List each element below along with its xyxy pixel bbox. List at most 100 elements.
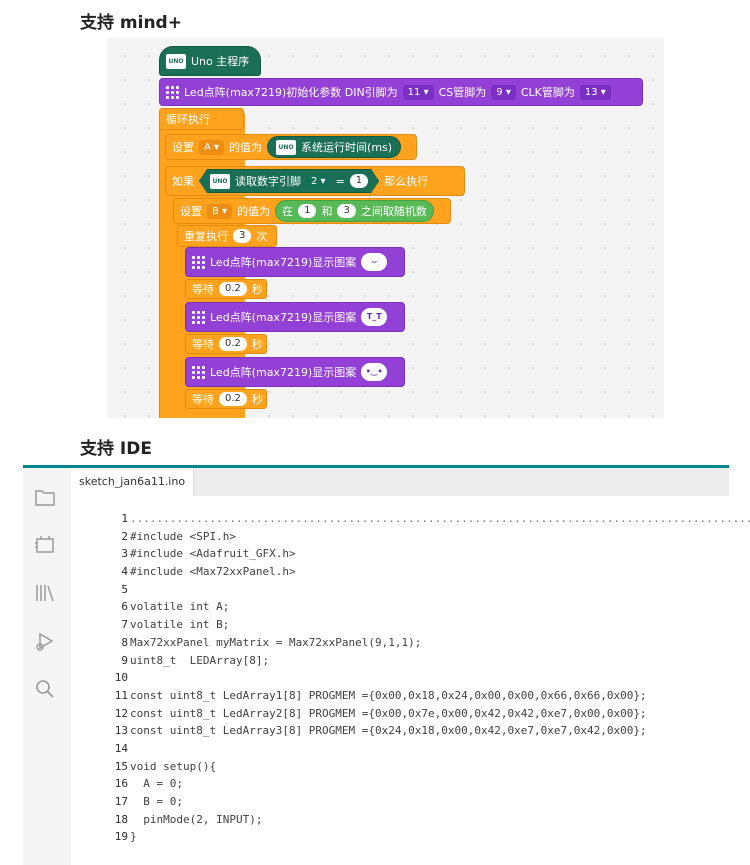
repeat-count[interactable]: 3 bbox=[233, 229, 252, 243]
code-line[interactable]: 3 #include <Adafruit_GFX.h> bbox=[71, 545, 729, 563]
code-line[interactable]: 11 const uint8_t LedArray1[8] PROGMEM ={0… bbox=[71, 687, 729, 705]
set-b-block[interactable]: 设置 B ▾ 的值为 在 1 和 3 之间取随机数 bbox=[173, 198, 451, 224]
line-number: 2 bbox=[121, 529, 128, 543]
repeat-unit: 次 bbox=[256, 230, 268, 243]
system-time-reporter[interactable]: UNO 系统运行时间(ms) bbox=[267, 136, 402, 158]
code-line[interactable]: 9 uint8_t LEDArray[8]; bbox=[71, 652, 729, 670]
clk-label: CLK管脚为 bbox=[520, 86, 575, 99]
uno-board-icon: UNO bbox=[210, 174, 230, 189]
led-matrix-icon bbox=[192, 365, 205, 379]
din-pin-dropdown[interactable]: 11 ▾ bbox=[402, 84, 434, 100]
cs-label: CS管脚为 bbox=[438, 86, 487, 99]
var-a-dropdown[interactable]: A ▾ bbox=[199, 139, 225, 155]
led-show-block-2[interactable]: Led点阵(max7219)显示图案 T_T bbox=[185, 302, 405, 332]
code-line[interactable]: 7 volatile int B; bbox=[71, 616, 729, 634]
code-line[interactable]: 4 #include <Max72xxPanel.h> bbox=[71, 563, 729, 581]
line-text: #include <Adafruit_GFX.h> bbox=[130, 547, 296, 561]
code-line[interactable]: 2 #include <SPI.h> bbox=[71, 528, 729, 546]
show-label-3: Led点阵(max7219)显示图案 bbox=[210, 366, 357, 379]
show-label-1: Led点阵(max7219)显示图案 bbox=[210, 256, 357, 269]
line-number: 1 bbox=[121, 512, 128, 525]
line-text: } bbox=[130, 830, 137, 844]
random-min[interactable]: 1 bbox=[298, 204, 317, 218]
surprise-pattern-icon[interactable]: •‿• bbox=[361, 363, 388, 381]
code-line[interactable]: 19} bbox=[71, 828, 729, 846]
if-block[interactable]: 如果 UNO 读取数字引脚 2 ▾ = 1 那么执行 bbox=[165, 166, 465, 196]
cry-pattern-icon[interactable]: T_T bbox=[361, 308, 388, 326]
code-line[interactable]: 10 bbox=[71, 669, 729, 687]
line-text: const uint8_t LedArray1[8] PROGMEM ={0x0… bbox=[130, 688, 647, 702]
repeat-block[interactable]: 重复执行 3 次 bbox=[177, 225, 277, 247]
line-number: 11 bbox=[114, 688, 128, 702]
board-icon[interactable] bbox=[34, 534, 56, 556]
read-pin-label: 读取数字引脚 bbox=[235, 175, 301, 188]
wait-seconds-3[interactable]: 0.2 bbox=[219, 392, 247, 406]
code-line[interactable]: 13 const uint8_t LedArray3[8] PROGMEM ={0… bbox=[71, 722, 729, 740]
wait-seconds-2[interactable]: 0.2 bbox=[219, 337, 247, 351]
line-number: 4 bbox=[121, 565, 128, 579]
code-line[interactable]: 15 void setup(){ bbox=[71, 758, 729, 776]
set-a-block[interactable]: 设置 A ▾ 的值为 UNO 系统运行时间(ms) bbox=[165, 134, 417, 160]
led-matrix-icon bbox=[192, 255, 205, 269]
search-icon[interactable] bbox=[34, 678, 56, 700]
debug-icon[interactable] bbox=[34, 630, 56, 652]
clk-pin-dropdown[interactable]: 13 ▾ bbox=[579, 84, 611, 100]
smile-pattern-icon[interactable]: ⌣ bbox=[361, 253, 388, 271]
code-editor[interactable]: 1.......................................… bbox=[71, 510, 750, 846]
code-line[interactable]: 6 volatile int A; bbox=[71, 598, 729, 616]
wait-seconds-1[interactable]: 0.2 bbox=[219, 282, 247, 296]
var-b-dropdown[interactable]: B ▾ bbox=[207, 203, 233, 219]
folder-icon[interactable] bbox=[34, 486, 56, 508]
cs-pin-dropdown[interactable]: 9 ▾ bbox=[491, 84, 516, 100]
led-show-block-1[interactable]: Led点阵(max7219)显示图案 ⌣ bbox=[185, 247, 405, 277]
code-line[interactable]: 12 const uint8_t LedArray2[8] PROGMEM ={0… bbox=[71, 705, 729, 723]
code-line[interactable]: 16 A = 0; bbox=[71, 775, 729, 793]
wait-block-3[interactable]: 等待 0.2 秒 bbox=[185, 389, 267, 409]
line-text: void setup(){ bbox=[130, 759, 217, 773]
tab-sketch-file[interactable]: sketch_jan6a11.ino bbox=[71, 468, 195, 496]
code-line[interactable]: 5 bbox=[71, 581, 729, 599]
code-line[interactable]: 1.......................................… bbox=[71, 510, 750, 528]
led-init-block[interactable]: Led点阵(max7219)初始化参数 DIN引脚为 11 ▾ CS管脚为 9 … bbox=[159, 78, 643, 106]
wait-unit-1: 秒 bbox=[251, 283, 263, 296]
code-line[interactable]: 14 bbox=[71, 740, 729, 758]
led-show-block-3[interactable]: Led点阵(max7219)显示图案 •‿• bbox=[185, 357, 405, 387]
wait-label-2: 等待 bbox=[192, 338, 214, 351]
line-text: #include <Max72xxPanel.h> bbox=[130, 565, 296, 579]
line-number: 9 bbox=[121, 653, 128, 667]
compare-value[interactable]: 1 bbox=[350, 174, 368, 188]
random-max[interactable]: 3 bbox=[337, 204, 356, 218]
line-text: A = 0; bbox=[130, 777, 183, 791]
ide-sidebar bbox=[23, 468, 71, 865]
line-number: 10 bbox=[114, 671, 128, 685]
uno-board-icon: UNO bbox=[276, 139, 297, 155]
block-workspace[interactable]: UNO Uno 主程序 Led点阵(max7219)初始化参数 DIN引脚为 1… bbox=[107, 38, 664, 418]
heading-mind: 支持 mind+ bbox=[80, 13, 182, 33]
line-number: 18 bbox=[114, 812, 128, 826]
line-text: Max72xxPanel myMatrix = Max72xxPanel(9,1… bbox=[130, 635, 422, 649]
repeat-label: 重复执行 bbox=[184, 230, 228, 243]
line-number: 19 bbox=[114, 830, 128, 844]
wait-block-2[interactable]: 等待 0.2 秒 bbox=[185, 334, 267, 354]
if-label: 如果 bbox=[172, 175, 194, 188]
line-text: volatile int A; bbox=[130, 600, 230, 614]
uno-main-hat-block[interactable]: UNO Uno 主程序 bbox=[159, 46, 261, 76]
code-line[interactable]: 8 Max72xxPanel myMatrix = Max72xxPanel(9,… bbox=[71, 634, 729, 652]
loop-label: 循环执行 bbox=[166, 113, 210, 126]
line-number: 7 bbox=[121, 618, 128, 632]
random-reporter[interactable]: 在 1 和 3 之间取随机数 bbox=[275, 200, 434, 222]
code-line[interactable]: 17 B = 0; bbox=[71, 793, 729, 811]
random-label: 之间取随机数 bbox=[360, 205, 427, 218]
digital-pin-dropdown[interactable]: 2 ▾ bbox=[306, 174, 331, 189]
led-matrix-icon bbox=[166, 85, 179, 99]
tab-bar: sketch_jan6a11.ino bbox=[71, 468, 729, 496]
and-label: 和 bbox=[321, 205, 333, 218]
code-line[interactable]: 18 pinMode(2, INPUT); bbox=[71, 811, 729, 829]
forever-loop-block[interactable]: 循环执行 bbox=[159, 108, 244, 130]
line-number: 5 bbox=[121, 582, 128, 596]
led-matrix-icon bbox=[192, 310, 205, 324]
wait-block-1[interactable]: 等待 0.2 秒 bbox=[185, 279, 267, 299]
line-text: uint8_t LEDArray[8]; bbox=[130, 653, 270, 667]
condition-block[interactable]: UNO 读取数字引脚 2 ▾ = 1 bbox=[199, 169, 379, 193]
library-icon[interactable] bbox=[34, 582, 56, 604]
